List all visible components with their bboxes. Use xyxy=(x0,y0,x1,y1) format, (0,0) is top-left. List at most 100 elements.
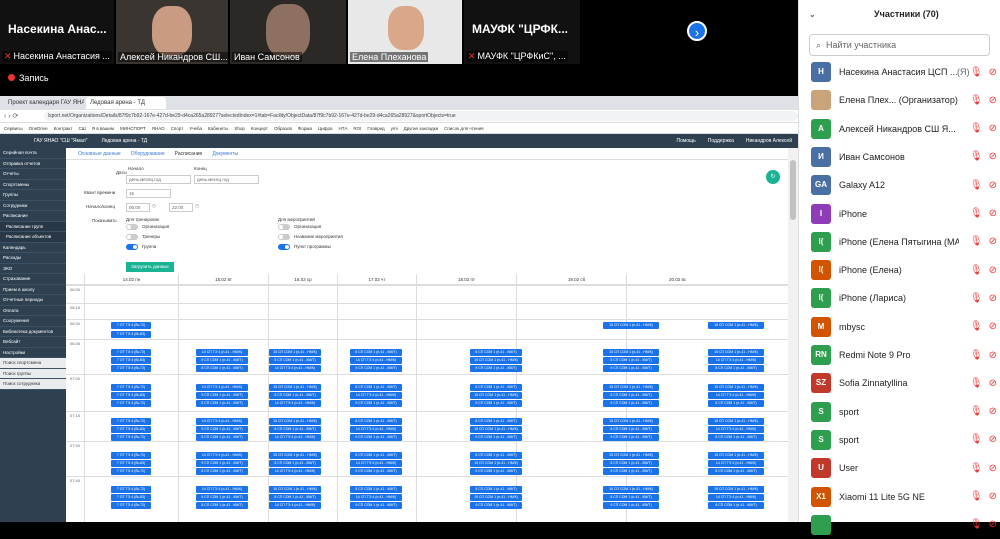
browser-tab[interactable]: Проект календаря ГАУ ЯНАО "С... xyxy=(4,97,84,109)
schedule-chip[interactable]: 7 ОТ ТЭ 4 (бк-83) xyxy=(111,494,151,501)
schedule-chip[interactable]: 14 СП ТЭ 4 (п-41 - НМ/К) xyxy=(708,357,764,364)
participant-row[interactable]: X1 Xiaomi 11 Lite 5G NE 🎙 ⊘ xyxy=(799,483,1000,511)
sidebar-item[interactable]: Поиск группы xyxy=(0,368,66,379)
participant-row[interactable]: RN Redmi Note 9 Pro 🎙 ⊘ xyxy=(799,341,1000,369)
schedule-chip[interactable]: 8 СП СОМ 1 (п-41 - КМ/Т) xyxy=(350,349,402,356)
bookmark-item[interactable]: Список для чтения xyxy=(444,126,483,131)
sidebar-item[interactable]: Расходы xyxy=(0,253,66,264)
schedule-chip[interactable]: 7 ОТ ТЭ 4 (бк-72) xyxy=(111,365,151,372)
schedule-chip[interactable]: 15 СП СОМ 1 (п-41 - НМ/К) xyxy=(269,452,321,459)
participant-row[interactable]: I(iPhone (Елена Пятыгина (МАУ ... 🎙 ⊘ xyxy=(799,228,1000,256)
schedule-chip[interactable]: 8 СП СОМ 1 (п-41 - КМ/Т) xyxy=(196,365,248,372)
schedule-chip[interactable]: 8 СП СОМ 1 (п-41 - КМ/Т) xyxy=(470,349,522,356)
schedule-chip[interactable]: 9 СП СОМ 1 (п-41 - КМ/Т) xyxy=(470,434,522,441)
sidebar-item[interactable]: Библиотека документов xyxy=(0,327,66,337)
participant-row[interactable]: Ssport 🎙 ⊘ xyxy=(799,426,1000,454)
schedule-chip[interactable]: 8 СП СОМ 1 (п-41 - КМ/Т) xyxy=(269,426,321,433)
schedule-chip[interactable]: 8 СП СОМ 1 (п-41 - КМ/Т) xyxy=(603,357,659,364)
schedule-chip[interactable]: 9 СП СОМ 1 (п-41 - КМ/Т) xyxy=(350,434,402,441)
schedule-chip[interactable]: 8 СП СОМ 1 (п-41 - КМ/Т) xyxy=(269,460,321,467)
schedule-chip[interactable]: 14 СП ТЭ 4 (п-41 - НМ/К) xyxy=(708,392,764,399)
sidebar-item[interactable]: Поиск сотрудника xyxy=(0,379,66,390)
schedule-chip[interactable]: 9 СП СОМ 1 (п-41 - КМ/Т) xyxy=(196,357,248,364)
sidebar-item[interactable]: Вебсайт xyxy=(0,337,66,348)
schedule-chip[interactable]: 15 СП СОМ 1 (п-41 - НМ/К) xyxy=(269,349,321,356)
participant-row[interactable]: I(iPhone (Елена) 🎙 ⊘ xyxy=(799,256,1000,284)
schedule-chip[interactable]: 9 СП СОМ 1 (п-41 - КМ/Т) xyxy=(350,502,402,509)
schedule-chip[interactable]: 8 СП СОМ 1 (п-41 - КМ/Т) xyxy=(708,502,764,509)
refresh-fab[interactable]: ↻ xyxy=(766,170,780,184)
sidebar-item[interactable]: Расписание групп xyxy=(0,221,66,232)
schedule-chip[interactable]: 9 СП СОМ 1 (п-41 - КМ/Т) xyxy=(350,400,402,407)
schedule-chip[interactable]: 15 СП СОМ 1 (п-41 - НМ/К) xyxy=(708,452,764,459)
schedule-chip[interactable]: 9 СП СОМ 1 (п-41 - КМ/Т) xyxy=(603,365,659,372)
participant-row[interactable]: Н Насекина Анастасия ЦСП ... (Я) 🎙 ⊘ xyxy=(799,58,1000,86)
schedule-chip[interactable]: 14 СП ТЭ 4 (п-41 - НМ/К) xyxy=(196,384,248,391)
bookmark-item[interactable]: МИНСПОРТ xyxy=(120,126,146,131)
schedule-chip[interactable]: 8 СП СОМ 1 (п-41 - КМ/Т) xyxy=(196,434,248,441)
clock-icon[interactable]: ◷ xyxy=(152,203,156,209)
bookmark-item[interactable]: Цифра xyxy=(318,126,333,131)
schedule-chip[interactable]: 14 СП ТЭ 4 (п-41 - НМ/К) xyxy=(269,502,321,509)
schedule-chip[interactable]: 14 СП ТЭ 4 (п-41 - НМ/К) xyxy=(196,418,248,425)
schedule-chip[interactable]: 8 СП СОМ 1 (п-41 - КМ/Т) xyxy=(708,434,764,441)
user-menu[interactable]: Никандров Алексей xyxy=(746,138,792,144)
schedule-chip[interactable]: 9 СП СОМ 1 (п-41 - КМ/Т) xyxy=(470,468,522,475)
end-date-input[interactable]: день.месяц.год xyxy=(194,175,259,184)
schedule-chip[interactable]: 15 СП СОМ 1 (п-41 - НМ/К) xyxy=(470,460,522,467)
participant-row[interactable]: SZ Sofia Zinnatyllina 🎙 ⊘ xyxy=(799,369,1000,397)
sidebar-item[interactable]: Сооружения xyxy=(0,316,66,327)
chevron-down-icon[interactable]: ⌄ xyxy=(809,10,816,19)
schedule-chip[interactable]: 14 СП ТЭ 4 (п-41 - НМ/К) xyxy=(196,452,248,459)
participant-row[interactable]: Mmbysc 🎙 ⊘ xyxy=(799,313,1000,341)
browser-tab-active[interactable]: Ледовая арена - ТД xyxy=(86,97,166,109)
bookmark-item[interactable]: Главред xyxy=(367,126,384,131)
schedule-chip[interactable]: 7 ОТ ТЭ 4 (бк-72) xyxy=(111,486,151,493)
clock-icon[interactable]: ◷ xyxy=(195,203,199,209)
schedule-chip[interactable]: 15 СП СОМ 1 (п-41 - НМ/К) xyxy=(603,322,659,329)
sidebar-item[interactable]: Расписание xyxy=(0,211,66,222)
schedule-chip[interactable]: 14 СП ТЭ 4 (п-41 - НМ/К) xyxy=(350,494,402,501)
schedule-chip[interactable]: 15 СП СОМ 1 (п-41 - НМ/К) xyxy=(603,452,659,459)
schedule-chip[interactable]: 15 СП СОМ 1 (п-41 - НМ/К) xyxy=(708,322,764,329)
schedule-chip[interactable]: 7 ОТ ТЭ 4 (бк-72) xyxy=(111,384,151,391)
schedule-chip[interactable]: 9 СП СОМ 1 (п-41 - КМ/Т) xyxy=(603,502,659,509)
participant-row[interactable]: 🎙 ⊘ xyxy=(799,511,1000,539)
sidebar-item[interactable]: Спортсмены xyxy=(0,180,66,190)
bookmark-item[interactable]: ЯНАО xyxy=(152,126,165,131)
schedule-chip[interactable]: 7 ОТ ТЭ 4 (бк-72) xyxy=(111,452,151,459)
participant-row[interactable]: Ssport 🎙 ⊘ xyxy=(799,398,1000,426)
sidebar-item[interactable]: Поиск спортсмена xyxy=(0,358,66,369)
bookmark-item[interactable]: Сервисы xyxy=(4,126,23,131)
schedule-chip[interactable]: 8 СП СОМ 1 (п-41 - КМ/Т) xyxy=(603,460,659,467)
participant-row[interactable]: И Иван Самсонов 🎙 ⊘ xyxy=(799,143,1000,171)
schedule-chip[interactable]: 14 СП ТЭ 4 (п-41 - НМ/К) xyxy=(269,468,321,475)
schedule-chip[interactable]: 9 СП СОМ 1 (п-41 - КМ/Т) xyxy=(196,494,248,501)
schedule-chip[interactable]: 15 СП СОМ 1 (п-41 - НМ/К) xyxy=(708,418,764,425)
schedule-chip[interactable]: 15 СП СОМ 1 (п-41 - НМ/К) xyxy=(708,486,764,493)
schedule-chip[interactable]: 14 СП ТЭ 4 (п-41 - НМ/К) xyxy=(269,434,321,441)
schedule-chip[interactable]: 8 СП СОМ 1 (п-41 - КМ/Т) xyxy=(470,384,522,391)
schedule-chip[interactable]: 14 СП ТЭ 4 (п-41 - НМ/К) xyxy=(350,460,402,467)
time-from-input[interactable]: 06:00 xyxy=(126,203,150,212)
schedule-chip[interactable]: 14 СП ТЭ 4 (п-41 - НМ/К) xyxy=(350,426,402,433)
bookmark-item[interactable]: Спорт xyxy=(171,126,184,131)
schedule-chip[interactable]: 7 ОТ ТЭ 4 (бк-83) xyxy=(111,392,151,399)
schedule-chip[interactable]: 8 СП СОМ 1 (п-41 - КМ/Т) xyxy=(603,426,659,433)
schedule-chip[interactable]: 8 СП СОМ 1 (п-41 - КМ/Т) xyxy=(603,494,659,501)
bookmark-item[interactable]: OneDrive xyxy=(29,126,48,131)
sidebar-item[interactable]: Отчеты xyxy=(0,169,66,180)
schedule-chip[interactable]: 9 СП СОМ 1 (п-41 - КМ/Т) xyxy=(196,392,248,399)
video-tile[interactable]: Елена Плеханова xyxy=(348,0,462,64)
bookmark-item[interactable]: Форма xyxy=(298,126,312,131)
schedule-chip[interactable]: 15 СП СОМ 1 (п-41 - НМ/К) xyxy=(269,418,321,425)
bookmark-item[interactable]: Я в вашем xyxy=(92,126,114,131)
schedule-chip[interactable]: 8 СП СОМ 1 (п-41 - КМ/Т) xyxy=(470,418,522,425)
schedule-chip[interactable]: 14 СП ТЭ 4 (п-41 - НМ/К) xyxy=(350,392,402,399)
tab-main-data[interactable]: Основные данные xyxy=(78,151,121,157)
schedule-chip[interactable]: 8 СП СОМ 1 (п-41 - КМ/Т) xyxy=(350,418,402,425)
schedule-chip[interactable]: 9 СП СОМ 1 (п-41 - КМ/Т) xyxy=(470,365,522,372)
schedule-chip[interactable]: 15 СП СОМ 1 (п-41 - НМ/К) xyxy=(603,418,659,425)
sidebar-item[interactable]: Настройки xyxy=(0,348,66,358)
schedule-chip[interactable]: 15 СП СОМ 1 (п-41 - НМ/К) xyxy=(603,486,659,493)
